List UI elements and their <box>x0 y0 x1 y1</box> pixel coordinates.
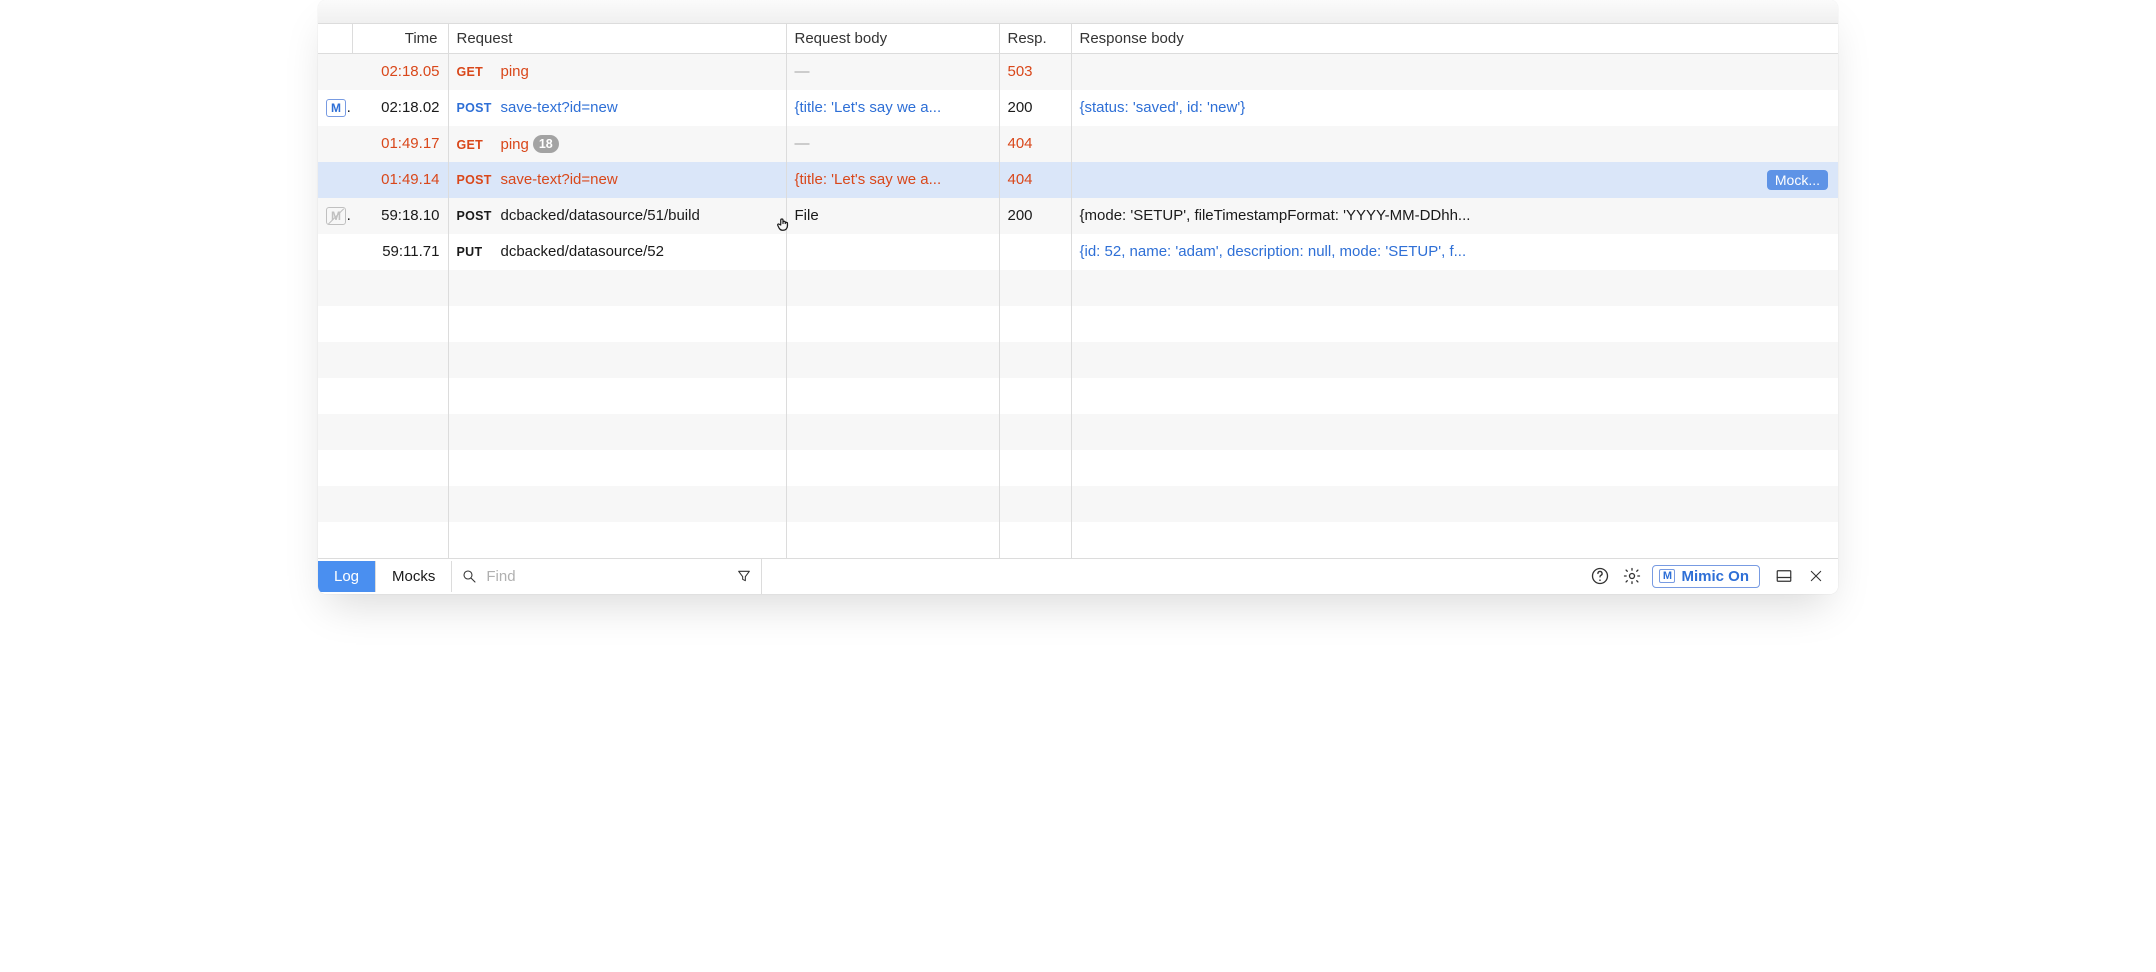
cell-request: POSTdcbacked/datasource/51/build <box>448 198 786 234</box>
mock-button[interactable]: Mock... <box>1767 170 1828 190</box>
table-header-row: Time Request Request body Resp. Response… <box>318 24 1838 54</box>
help-icon[interactable] <box>1586 562 1614 590</box>
cell-time: 59:11.71 <box>352 234 448 270</box>
table-row[interactable]: 01:49.17GETping18—404 <box>318 126 1838 162</box>
cell-response-body: {status: 'saved', id: 'new'} <box>1071 90 1838 126</box>
cell-resp-status: 404 <box>999 162 1071 198</box>
cell-request-body: — <box>786 126 999 162</box>
empty-row <box>318 414 1838 450</box>
http-method: POST <box>457 101 501 115</box>
http-method: PUT <box>457 245 501 259</box>
close-icon[interactable] <box>1802 562 1830 590</box>
request-path: dcbacked/datasource/52 <box>501 243 664 260</box>
request-path: ping <box>501 63 529 80</box>
mimic-toggle[interactable]: M Mimic On <box>1652 565 1760 588</box>
mimic-label: Mimic On <box>1681 568 1749 585</box>
cell-time: 02:18.05 <box>352 54 448 90</box>
request-path: ping <box>501 136 529 153</box>
network-log-panel: Time Request Request body Resp. Response… <box>318 0 1838 594</box>
request-path: save-text?id=new <box>501 99 618 116</box>
find-input[interactable] <box>484 567 729 586</box>
mock-indicator-cell <box>318 126 352 162</box>
cell-response-body <box>1071 126 1838 162</box>
cell-time: 02:18.02 <box>352 90 448 126</box>
cell-resp-status: 200 <box>999 90 1071 126</box>
cell-time: 01:49.17 <box>352 126 448 162</box>
filter-icon[interactable] <box>735 562 753 590</box>
http-method: GET <box>457 65 501 79</box>
request-path: save-text?id=new <box>501 171 618 188</box>
empty-row <box>318 378 1838 414</box>
tab-log[interactable]: Log <box>318 561 376 592</box>
header-request-body[interactable]: Request body <box>786 24 999 54</box>
layout-icon[interactable] <box>1770 562 1798 590</box>
http-method: POST <box>457 209 501 223</box>
cell-resp-status: 503 <box>999 54 1071 90</box>
mock-indicator-cell <box>318 234 352 270</box>
mock-indicator-cell: M <box>318 198 352 234</box>
http-method: GET <box>457 138 501 152</box>
repeat-count-badge: 18 <box>533 135 559 153</box>
cell-request: GETping <box>448 54 786 90</box>
tab-mocks[interactable]: Mocks <box>376 561 452 592</box>
empty-row <box>318 522 1838 558</box>
window-titlebar <box>318 0 1838 24</box>
empty-row <box>318 450 1838 486</box>
header-mock[interactable] <box>318 24 352 54</box>
empty-row <box>318 486 1838 522</box>
header-time[interactable]: Time <box>352 24 448 54</box>
cell-resp-status: 404 <box>999 126 1071 162</box>
header-request[interactable]: Request <box>448 24 786 54</box>
table-row[interactable]: 59:11.71PUTdcbacked/datasource/52{id: 52… <box>318 234 1838 270</box>
table-row[interactable]: 01:49.14POSTsave-text?id=new{title: 'Let… <box>318 162 1838 198</box>
empty-row <box>318 270 1838 306</box>
table-row[interactable]: 02:18.05GETping—503 <box>318 54 1838 90</box>
cell-response-body: {mode: 'SETUP', fileTimestampFormat: 'YY… <box>1071 198 1838 234</box>
cell-response-body: {id: 52, name: 'adam', description: null… <box>1071 234 1838 270</box>
mimic-badge-icon: M <box>1659 569 1675 583</box>
find-container <box>452 559 762 594</box>
search-icon <box>460 562 478 590</box>
mock-indicator-cell <box>318 54 352 90</box>
cell-request-body: {title: 'Let's say we a... <box>786 90 999 126</box>
cell-time: 59:18.10 <box>352 198 448 234</box>
requests-table: Time Request Request body Resp. Response… <box>318 24 1838 558</box>
cell-request-body: — <box>786 54 999 90</box>
cell-response-body: Mock... <box>1071 162 1838 198</box>
request-path: dcbacked/datasource/51/build <box>501 207 700 224</box>
cell-request-body: {title: 'Let's say we a... <box>786 162 999 198</box>
cell-response-body <box>1071 54 1838 90</box>
mock-indicator-cell: M <box>318 90 352 126</box>
header-response-body[interactable]: Response body <box>1071 24 1838 54</box>
cell-request: POSTsave-text?id=new <box>448 162 786 198</box>
cell-request-body <box>786 234 999 270</box>
cell-resp-status <box>999 234 1071 270</box>
cell-request: PUTdcbacked/datasource/52 <box>448 234 786 270</box>
cell-request-body: File <box>786 198 999 234</box>
header-resp[interactable]: Resp. <box>999 24 1071 54</box>
empty-row <box>318 342 1838 378</box>
bottom-toolbar: Log Mocks M Mimic On <box>318 558 1838 594</box>
table-row[interactable]: M02:18.02POSTsave-text?id=new{title: 'Le… <box>318 90 1838 126</box>
cell-request: POSTsave-text?id=new <box>448 90 786 126</box>
mock-indicator-cell <box>318 162 352 198</box>
mock-disabled-icon[interactable]: M <box>326 207 346 225</box>
cell-request: GETping18 <box>448 126 786 162</box>
cell-resp-status: 200 <box>999 198 1071 234</box>
cell-time: 01:49.14 <box>352 162 448 198</box>
table-row[interactable]: M59:18.10POSTdcbacked/datasource/51/buil… <box>318 198 1838 234</box>
empty-row <box>318 306 1838 342</box>
mock-enabled-icon[interactable]: M <box>326 99 346 117</box>
http-method: POST <box>457 173 501 187</box>
settings-icon[interactable] <box>1618 562 1646 590</box>
